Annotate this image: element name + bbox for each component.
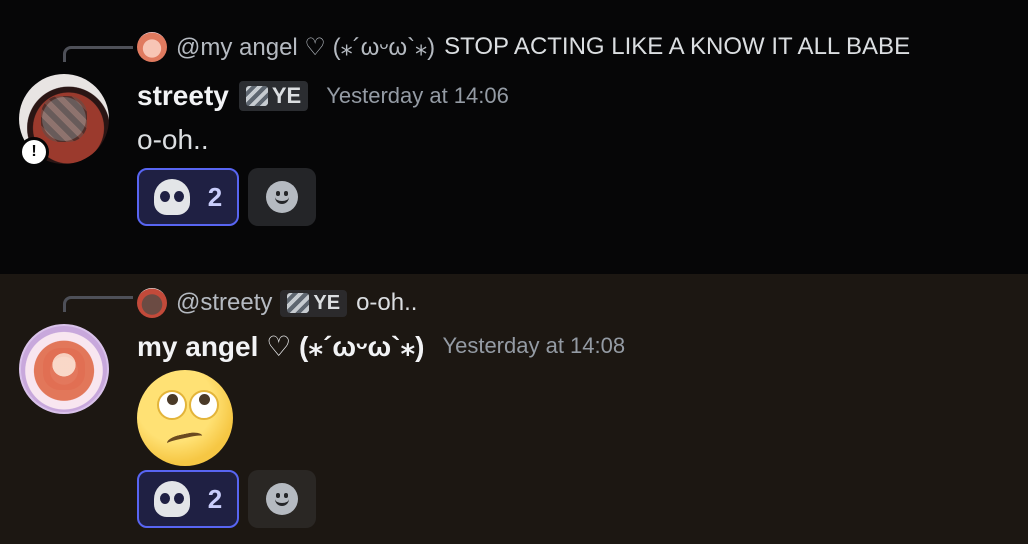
author-name[interactable]: streety [137,80,229,112]
add-reaction-button[interactable] [248,168,316,226]
message-2: @streety YE o-oh.. my angel ♡ (⁎´ωᵕω`⁎) … [0,274,1028,544]
reaction-count: 2 [207,483,223,514]
status-badge: ! [19,137,49,167]
reply-spine [63,296,133,312]
skull-icon [153,179,190,215]
server-tag-label: YE [271,83,302,108]
eye-left [157,390,187,420]
avatar-art [43,348,85,390]
server-tag[interactable]: YE [280,289,348,317]
skull-icon [153,481,190,517]
mouth [165,430,205,452]
add-reaction-button[interactable] [248,470,316,528]
eye-right [189,390,219,420]
timestamp[interactable]: Yesterday at 14:06 [326,83,509,109]
reply-spine [63,46,133,62]
server-tag[interactable]: YE [238,81,309,111]
message-content: o-oh.. [137,124,209,155]
author-name[interactable]: my angel ♡ (⁎´ωᵕω`⁎) [137,330,424,363]
reply-avatar[interactable] [137,288,167,318]
message-header: streety YE Yesterday at 14:06 [137,78,509,114]
reaction-count: 2 [207,181,223,212]
avatar-art [41,96,87,142]
message-1: @my angel ♡ (⁎´ωᵕω`⁎) STOP ACTING LIKE A… [0,0,1028,274]
reply-author[interactable]: @streety [176,289,272,317]
server-tag-label: YE [313,291,341,314]
reply-text[interactable]: o-oh.. [356,289,417,317]
reactions: 2 [137,470,316,528]
server-tag-icon [287,293,310,313]
reactions: 2 [137,168,316,226]
reply-preview[interactable]: @streety YE o-oh.. [137,287,417,319]
timestamp[interactable]: Yesterday at 14:08 [442,333,625,359]
smiley-icon [266,483,298,515]
message-header: my angel ♡ (⁎´ωᵕω`⁎) Yesterday at 14:08 [137,328,625,364]
reaction-skull[interactable]: 2 [137,470,239,528]
server-tag-icon [245,86,268,106]
reply-preview[interactable]: @my angel ♡ (⁎´ωᵕω`⁎) STOP ACTING LIKE A… [137,31,910,63]
reply-text[interactable]: STOP ACTING LIKE A KNOW IT ALL BABE [444,33,910,61]
face-with-rolling-eyes-emoji [137,370,233,466]
smiley-icon [266,181,298,213]
reply-author[interactable]: @my angel ♡ (⁎´ωᵕω`⁎) [176,33,435,62]
reaction-skull[interactable]: 2 [137,168,239,226]
reply-avatar[interactable] [137,32,167,62]
avatar[interactable] [19,324,109,414]
